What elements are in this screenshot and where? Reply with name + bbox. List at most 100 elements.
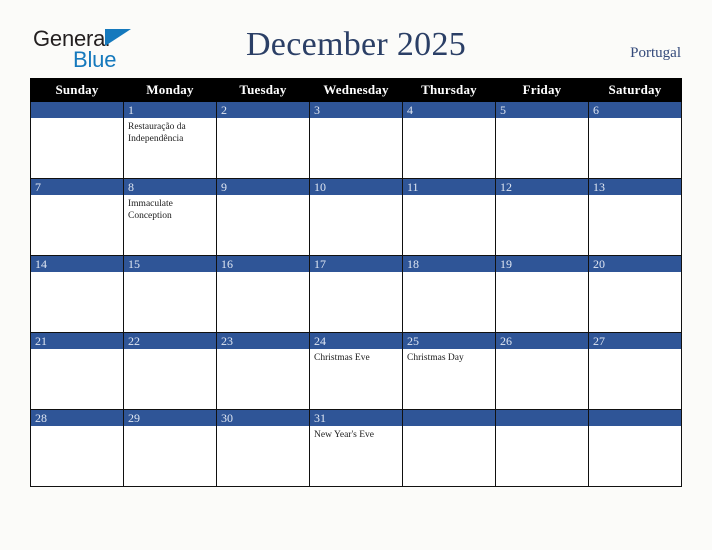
calendar-empty-cell[interactable] xyxy=(495,409,589,487)
day-event-label xyxy=(124,272,216,275)
day-number: 10 xyxy=(310,179,402,195)
calendar-day-cell[interactable]: 31 New Year's Eve xyxy=(309,409,403,487)
calendar-day-cell[interactable]: 26 xyxy=(495,332,589,410)
day-number: 16 xyxy=(217,256,309,272)
weekday-header-saturday: Saturday xyxy=(588,78,682,102)
day-event-label xyxy=(217,426,309,429)
day-number: 15 xyxy=(124,256,216,272)
day-event-label xyxy=(589,426,681,429)
calendar-day-cell[interactable]: 16 xyxy=(216,255,310,333)
day-event-label: Restauração da Independência xyxy=(128,122,186,144)
day-event-label xyxy=(589,118,681,121)
day-event-label xyxy=(589,349,681,352)
day-number: 4 xyxy=(403,102,495,118)
calendar-empty-cell[interactable] xyxy=(588,409,682,487)
day-number: 1 xyxy=(124,102,216,118)
day-event-label xyxy=(31,118,123,121)
day-event-label xyxy=(589,272,681,275)
day-event-label xyxy=(217,118,309,121)
day-number: 6 xyxy=(589,102,681,118)
calendar-day-cell[interactable]: 3 xyxy=(309,101,403,179)
calendar-day-cell[interactable]: 27 xyxy=(588,332,682,410)
day-number: 2 xyxy=(217,102,309,118)
day-event-label xyxy=(589,195,681,198)
calendar-day-cell[interactable]: 18 xyxy=(402,255,496,333)
calendar-week-row: 28 29 30 31 New Year's Eve xyxy=(30,409,682,487)
calendar-day-cell[interactable]: 17 xyxy=(309,255,403,333)
day-number: 30 xyxy=(217,410,309,426)
day-event-label xyxy=(496,195,588,198)
day-event-label xyxy=(124,426,216,429)
calendar-day-cell[interactable]: 8 Immaculate Conception xyxy=(123,178,217,256)
day-number: 26 xyxy=(496,333,588,349)
calendar-day-cell[interactable]: 4 xyxy=(402,101,496,179)
day-event-label xyxy=(496,426,588,429)
day-number: 11 xyxy=(403,179,495,195)
calendar-day-cell[interactable]: 13 xyxy=(588,178,682,256)
day-event-label xyxy=(310,272,402,275)
calendar-day-cell[interactable]: 24 Christmas Eve xyxy=(309,332,403,410)
calendar-day-cell[interactable]: 22 xyxy=(123,332,217,410)
weekday-header-row: Sunday Monday Tuesday Wednesday Thursday Frid… xyxy=(30,78,682,102)
day-number: 3 xyxy=(310,102,402,118)
day-event-label xyxy=(31,426,123,429)
calendar-day-cell[interactable]: 10 xyxy=(309,178,403,256)
day-number: 31 xyxy=(310,410,402,426)
calendar-day-cell[interactable]: 1 Restauração da Independência xyxy=(123,101,217,179)
day-number: 19 xyxy=(496,256,588,272)
day-number: 23 xyxy=(217,333,309,349)
calendar-day-cell[interactable]: 9 xyxy=(216,178,310,256)
day-number: 24 xyxy=(310,333,402,349)
day-number xyxy=(403,410,495,426)
day-event-label xyxy=(217,349,309,352)
calendar-day-cell[interactable]: 20 xyxy=(588,255,682,333)
calendar-day-cell[interactable]: 15 xyxy=(123,255,217,333)
calendar-day-cell[interactable]: 7 xyxy=(30,178,124,256)
day-number: 29 xyxy=(124,410,216,426)
calendar-day-cell[interactable]: 12 xyxy=(495,178,589,256)
day-number: 27 xyxy=(589,333,681,349)
calendar-day-cell[interactable]: 29 xyxy=(123,409,217,487)
calendar-empty-cell[interactable] xyxy=(30,101,124,179)
day-number xyxy=(496,410,588,426)
calendar-empty-cell[interactable] xyxy=(402,409,496,487)
day-number xyxy=(31,102,123,118)
day-number: 12 xyxy=(496,179,588,195)
day-event-label xyxy=(31,349,123,352)
day-event-label xyxy=(310,195,402,198)
region-label: Portugal xyxy=(630,45,681,61)
calendar-day-cell[interactable]: 5 xyxy=(495,101,589,179)
calendar-day-cell[interactable]: 23 xyxy=(216,332,310,410)
calendar-day-cell[interactable]: 21 xyxy=(30,332,124,410)
calendar-day-cell[interactable]: 14 xyxy=(30,255,124,333)
calendar-day-cell[interactable]: 25 Christmas Day xyxy=(402,332,496,410)
day-number: 28 xyxy=(31,410,123,426)
calendar-day-cell[interactable]: 19 xyxy=(495,255,589,333)
weekday-header-tuesday: Tuesday xyxy=(216,78,310,102)
day-number: 9 xyxy=(217,179,309,195)
day-number: 13 xyxy=(589,179,681,195)
calendar-day-cell[interactable]: 6 xyxy=(588,101,682,179)
calendar-day-cell[interactable]: 11 xyxy=(402,178,496,256)
day-event-label xyxy=(217,272,309,275)
calendar-day-cell[interactable]: 2 xyxy=(216,101,310,179)
weekday-header-sunday: Sunday xyxy=(30,78,124,102)
day-event-label xyxy=(496,272,588,275)
day-number: 7 xyxy=(31,179,123,195)
day-event-label xyxy=(31,272,123,275)
calendar-week-row: 21 22 23 24 Christmas Eve 25 Christmas Day 26 27 xyxy=(30,332,682,410)
calendar-day-cell[interactable]: 28 xyxy=(30,409,124,487)
calendar-week-row: 7 8 Immaculate Conception 9 10 11 12 13 xyxy=(30,178,682,256)
day-number: 5 xyxy=(496,102,588,118)
day-event-label xyxy=(31,195,123,198)
calendar-page: General Blue December 2025 Portugal Sund… xyxy=(0,0,712,550)
day-number: 25 xyxy=(403,333,495,349)
calendar-day-cell[interactable]: 30 xyxy=(216,409,310,487)
calendar-grid: Sunday Monday Tuesday Wednesday Thursday Frid… xyxy=(30,78,682,487)
day-number: 20 xyxy=(589,256,681,272)
day-number: 22 xyxy=(124,333,216,349)
day-event-label: Christmas Day xyxy=(407,353,464,363)
calendar-header-row: Sunday Monday Tuesday Wednesday Thursday Frid… xyxy=(30,78,682,102)
day-number: 14 xyxy=(31,256,123,272)
calendar-body: 1 Restauração da Independência 2 3 4 5 6 7 8 Imma… xyxy=(30,101,682,487)
